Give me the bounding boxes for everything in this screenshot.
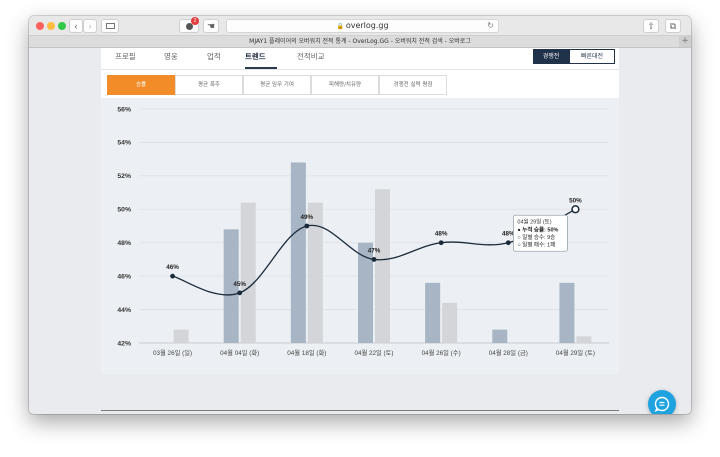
profile-nav: 프로필 영웅 업적 트렌드 전적비교 경쟁전 빠른대전 bbox=[101, 48, 619, 70]
y-tick-label: 52% bbox=[117, 173, 131, 180]
tab-strip: MJAY1 플레이어의 오버워치 전적 통계 - OverLog.GG - 오버… bbox=[29, 36, 691, 48]
x-tick-label: 03월 26일 (일) bbox=[153, 348, 192, 357]
line-point[interactable] bbox=[237, 290, 243, 296]
sidebar-icon bbox=[105, 23, 115, 29]
minimize-window-button[interactable] bbox=[47, 22, 55, 30]
x-tick-label: 04월 26일 (수) bbox=[422, 348, 461, 357]
subtab-winrate[interactable]: 승률 bbox=[107, 75, 175, 95]
tab-trend[interactable]: 트렌드 bbox=[245, 48, 277, 69]
bar-daily-wins[interactable] bbox=[290, 162, 306, 343]
line-point-active[interactable] bbox=[571, 205, 580, 214]
line-point[interactable] bbox=[438, 240, 444, 246]
close-window-button[interactable] bbox=[36, 22, 44, 30]
subtab-avg-rampage[interactable]: 평균 폭주 bbox=[175, 75, 243, 95]
share-button[interactable]: ⇧ bbox=[643, 19, 659, 33]
bar-daily-wins[interactable] bbox=[425, 282, 441, 343]
bar-daily-wins[interactable] bbox=[559, 282, 575, 343]
subtab-skill-rating[interactable]: 경쟁전 실력 평점 bbox=[379, 75, 447, 95]
forward-button[interactable]: › bbox=[83, 19, 97, 33]
y-tick-label: 54% bbox=[117, 140, 131, 147]
line-point[interactable] bbox=[304, 223, 310, 229]
x-tick-label: 04월 29일 (토) bbox=[556, 348, 595, 357]
page-content: 프로필 영웅 업적 트렌드 전적비교 경쟁전 빠른대전 승률 평균 폭주 평균 … bbox=[29, 48, 691, 414]
winrate-chart: 56% 54% 52% 50% 48% 46% 44% 42% 03월 26일 (일) 04월 0… bbox=[101, 98, 619, 374]
x-tick-label: 04월 04일 (화) bbox=[220, 348, 259, 357]
zoom-window-button[interactable] bbox=[58, 22, 66, 30]
data-label: 49% bbox=[301, 214, 314, 221]
bar-daily-losses[interactable] bbox=[576, 336, 592, 343]
y-tick-label: 44% bbox=[117, 307, 131, 314]
subtab-avg-objective[interactable]: 평균 임무 기여 bbox=[243, 75, 311, 95]
url-text: overlog.gg bbox=[345, 21, 389, 30]
tabs-overview-button[interactable]: ⧉ bbox=[665, 19, 681, 33]
competitive-button[interactable]: 경쟁전 bbox=[533, 49, 569, 64]
reload-icon[interactable]: ↻ bbox=[487, 20, 494, 32]
new-tab-button[interactable]: + bbox=[679, 36, 691, 47]
tooltip-title: 04월 29일 (토) bbox=[517, 217, 551, 225]
notification-badge: 2 bbox=[191, 17, 199, 25]
y-tick-label: 50% bbox=[117, 207, 131, 214]
address-bar[interactable]: 🔒 overlog.gg ↻ bbox=[226, 19, 499, 33]
data-label: 45% bbox=[233, 281, 246, 288]
tooltip-line: ● 누적 승률: 50% bbox=[517, 225, 558, 233]
tab-achievements[interactable]: 업적 bbox=[207, 48, 221, 69]
data-label: 48% bbox=[435, 231, 448, 238]
tooltip-line: ○ 일별 승수: 9승 bbox=[517, 233, 555, 241]
bar-daily-wins[interactable] bbox=[492, 329, 508, 343]
quickplay-button[interactable]: 빠른대전 bbox=[569, 49, 615, 64]
tab-heroes[interactable]: 영웅 bbox=[164, 48, 178, 69]
data-label: 50% bbox=[569, 197, 582, 204]
bar-daily-losses[interactable] bbox=[173, 329, 189, 343]
y-tick-label: 56% bbox=[117, 106, 131, 113]
tab-compare[interactable]: 전적비교 bbox=[297, 48, 325, 69]
share-icon: ⇧ bbox=[647, 21, 655, 31]
bar-daily-losses[interactable] bbox=[240, 202, 256, 343]
bar-daily-losses[interactable] bbox=[442, 302, 458, 343]
tab-title[interactable]: MJAY1 플레이어의 오버워치 전적 통계 - OverLog.GG - 오버… bbox=[249, 38, 471, 45]
main-panel: 프로필 영웅 업적 트렌드 전적비교 경쟁전 빠른대전 승률 평균 폭주 평균 … bbox=[101, 48, 619, 374]
tabs-icon: ⧉ bbox=[669, 21, 677, 31]
line-point[interactable] bbox=[170, 273, 175, 279]
y-tick-label: 46% bbox=[117, 273, 131, 280]
extension-2-button[interactable]: ☚ bbox=[203, 19, 219, 33]
bar-daily-wins[interactable] bbox=[358, 242, 373, 343]
tooltip-line: ○ 일별 패수: 1패 bbox=[517, 240, 555, 248]
line-point[interactable] bbox=[371, 257, 377, 262]
x-tick-label: 04월 28일 (금) bbox=[489, 348, 528, 357]
sidebar-toggle-button[interactable] bbox=[101, 19, 119, 33]
y-tick-label: 48% bbox=[117, 240, 131, 247]
bar-daily-losses[interactable] bbox=[307, 202, 323, 343]
line-point[interactable] bbox=[505, 240, 511, 246]
tab-profile[interactable]: 프로필 bbox=[115, 48, 136, 69]
back-button[interactable]: ‹ bbox=[69, 19, 83, 33]
bar-daily-losses[interactable] bbox=[375, 189, 390, 343]
y-tick-label: 42% bbox=[117, 340, 131, 347]
chat-button[interactable] bbox=[648, 390, 676, 414]
data-label: 46% bbox=[166, 264, 179, 271]
extension-button[interactable]: 2 bbox=[179, 17, 199, 33]
data-label: 47% bbox=[368, 247, 381, 254]
extension-icon: ☚ bbox=[206, 21, 216, 31]
divider bbox=[101, 410, 619, 411]
browser-window: ‹ › 2 ☚ 🔒 overlog.gg ↻ ⇧ ⧉ MJAY1 플레이어의 오… bbox=[29, 16, 691, 414]
x-tick-label: 04월 18일 (화) bbox=[287, 348, 326, 357]
subtab-damage-healing[interactable]: 피해량/치유량 bbox=[311, 75, 379, 95]
browser-toolbar: ‹ › 2 ☚ 🔒 overlog.gg ↻ ⇧ ⧉ bbox=[29, 16, 691, 36]
chart-svg: 56% 54% 52% 50% 48% 46% 44% 42% 03월 26일 (일) 04월 0… bbox=[117, 106, 609, 357]
x-tick-label: 04월 22일 (토) bbox=[354, 348, 393, 357]
chat-icon bbox=[654, 396, 670, 412]
lock-icon: 🔒 bbox=[336, 23, 346, 30]
